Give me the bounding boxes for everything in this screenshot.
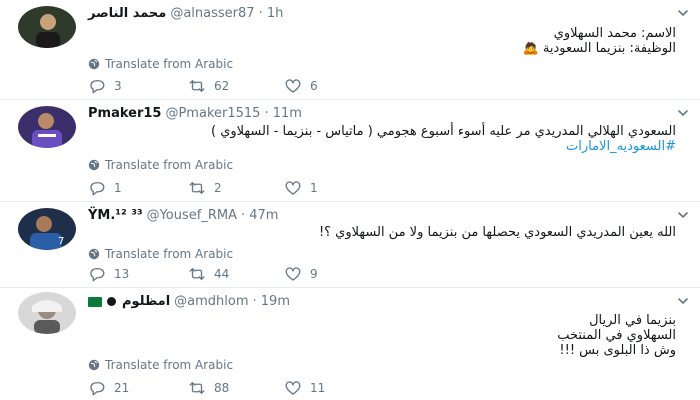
heart-icon — [284, 180, 302, 196]
reply-icon — [88, 266, 106, 282]
translate-label: Translate from Arabic — [105, 247, 234, 261]
heart-icon — [284, 380, 302, 396]
tweet-header: محمد الناصر @alnasser87 · 1h — [88, 6, 283, 21]
tweet-line: الله يعين المدريدي السعودي يحصلها من بنز… — [318, 225, 676, 240]
timestamp[interactable]: · 47m — [241, 208, 278, 223]
tweet-header: امظلوم @amdhlom · 19m — [88, 294, 290, 309]
translate-link[interactable]: Translate from Arabic — [88, 57, 233, 71]
saudi-flag-icon — [88, 296, 102, 307]
like-count: 6 — [310, 79, 318, 93]
tweet-line: السعودي الهلالي المدريدي مر عليه أسوء أس… — [211, 124, 676, 139]
tweet-2[interactable]: Pmaker15 @Pmaker1515 · 11m السعودي الهلا… — [0, 100, 700, 202]
tweet-actions: 21 88 11 — [88, 380, 408, 398]
retweet-count: 2 — [214, 181, 222, 195]
like-count: 11 — [310, 381, 326, 395]
display-name[interactable]: محمد الناصر — [88, 6, 166, 21]
tweet-actions: 13 44 9 — [88, 266, 408, 284]
reply-count: 13 — [114, 267, 130, 281]
reply-button[interactable]: 1 — [88, 180, 122, 196]
reply-button[interactable]: 21 — [88, 380, 129, 396]
tweet-line: بنزيما في الريال — [589, 313, 676, 328]
tweet-line: السهلاوي في المنتخب — [557, 328, 676, 343]
globe-icon — [88, 359, 100, 371]
timestamp[interactable]: · 19m — [253, 294, 290, 309]
tweet-text: السعودي الهلالي المدريدي مر عليه أسوء أس… — [76, 124, 676, 154]
tweet-text: بنزيما في الريال السهلاوي في المنتخب وش … — [76, 313, 676, 358]
retweet-icon — [188, 180, 206, 196]
chevron-down-icon[interactable] — [676, 106, 690, 120]
tweet-line: وش ذا البلوى بس !!! — [559, 343, 676, 358]
retweet-button[interactable]: 88 — [188, 380, 229, 396]
tweet-line: الاسم: محمد السهلاوي — [553, 26, 676, 41]
tweet-4[interactable]: امظلوم @amdhlom · 19m بنزيما في الريال ا… — [0, 288, 700, 400]
reply-count: 21 — [114, 381, 130, 395]
hashtag-link[interactable]: #السعوديه_الامارات — [76, 139, 676, 154]
reply-button[interactable]: 13 — [88, 266, 129, 282]
tweet-3[interactable]: 7 ŸM.¹² ³³ @Yousef_RMA · 47m الله يعين ا… — [0, 202, 700, 288]
like-button[interactable]: 6 — [284, 78, 318, 94]
avatar[interactable] — [18, 6, 76, 48]
avatar[interactable] — [18, 106, 76, 148]
retweet-icon — [188, 380, 206, 396]
retweet-count: 88 — [214, 381, 230, 395]
handle[interactable]: @alnasser87 — [170, 6, 254, 21]
retweet-button[interactable]: 62 — [188, 78, 229, 94]
handle[interactable]: @amdhlom — [174, 294, 248, 309]
reply-icon — [88, 180, 106, 196]
translate-link[interactable]: Translate from Arabic — [88, 158, 233, 172]
tweet-1[interactable]: محمد الناصر @alnasser87 · 1h الاسم: محمد… — [0, 0, 700, 100]
reply-icon — [88, 380, 106, 396]
timestamp[interactable]: · 11m — [264, 106, 301, 121]
retweet-icon — [188, 266, 206, 282]
display-name[interactable]: امظلوم — [122, 294, 170, 309]
chevron-down-icon[interactable] — [676, 294, 690, 308]
avatar[interactable]: 7 — [18, 208, 76, 250]
reply-count: 3 — [114, 79, 122, 93]
tweet-header: ŸM.¹² ³³ @Yousef_RMA · 47m — [88, 208, 278, 223]
handle[interactable]: @Yousef_RMA — [147, 208, 237, 223]
tweet-header: Pmaker15 @Pmaker1515 · 11m — [88, 106, 302, 121]
translate-label: Translate from Arabic — [105, 358, 234, 372]
retweet-count: 62 — [214, 79, 230, 93]
timestamp[interactable]: · 1h — [259, 6, 284, 21]
tweet-actions: 1 2 1 — [88, 180, 408, 198]
chevron-down-icon[interactable] — [676, 208, 690, 222]
tweet-line: الوظيفة: بنزيما السعودية 🙇 — [522, 41, 676, 56]
reply-button[interactable]: 3 — [88, 78, 122, 94]
tweet-text: الاسم: محمد السهلاوي الوظيفة: بنزيما الس… — [76, 26, 676, 56]
avatar[interactable] — [18, 292, 76, 334]
display-name[interactable]: ŸM.¹² ³³ — [88, 208, 143, 223]
handle[interactable]: @Pmaker1515 — [165, 106, 260, 121]
translate-link[interactable]: Translate from Arabic — [88, 358, 233, 372]
globe-icon — [88, 248, 100, 260]
retweet-count: 44 — [214, 267, 230, 281]
svg-text:7: 7 — [58, 236, 64, 247]
translate-label: Translate from Arabic — [105, 158, 234, 172]
heart-icon — [284, 266, 302, 282]
retweet-button[interactable]: 2 — [188, 180, 222, 196]
globe-icon — [88, 159, 100, 171]
reply-count: 1 — [114, 181, 122, 195]
chevron-down-icon[interactable] — [676, 6, 690, 20]
emoji-icon — [107, 297, 116, 306]
retweet-icon — [188, 78, 206, 94]
display-name[interactable]: Pmaker15 — [88, 106, 161, 121]
like-button[interactable]: 11 — [284, 380, 325, 396]
like-button[interactable]: 9 — [284, 266, 318, 282]
retweet-button[interactable]: 44 — [188, 266, 229, 282]
like-count: 1 — [310, 181, 318, 195]
reply-icon — [88, 78, 106, 94]
translate-link[interactable]: Translate from Arabic — [88, 247, 233, 261]
tweet-actions: 3 62 6 — [88, 78, 408, 96]
translate-label: Translate from Arabic — [105, 57, 234, 71]
globe-icon — [88, 58, 100, 70]
tweet-text: الله يعين المدريدي السعودي يحصلها من بنز… — [76, 225, 676, 240]
heart-icon — [284, 78, 302, 94]
like-button[interactable]: 1 — [284, 180, 318, 196]
like-count: 9 — [310, 267, 318, 281]
